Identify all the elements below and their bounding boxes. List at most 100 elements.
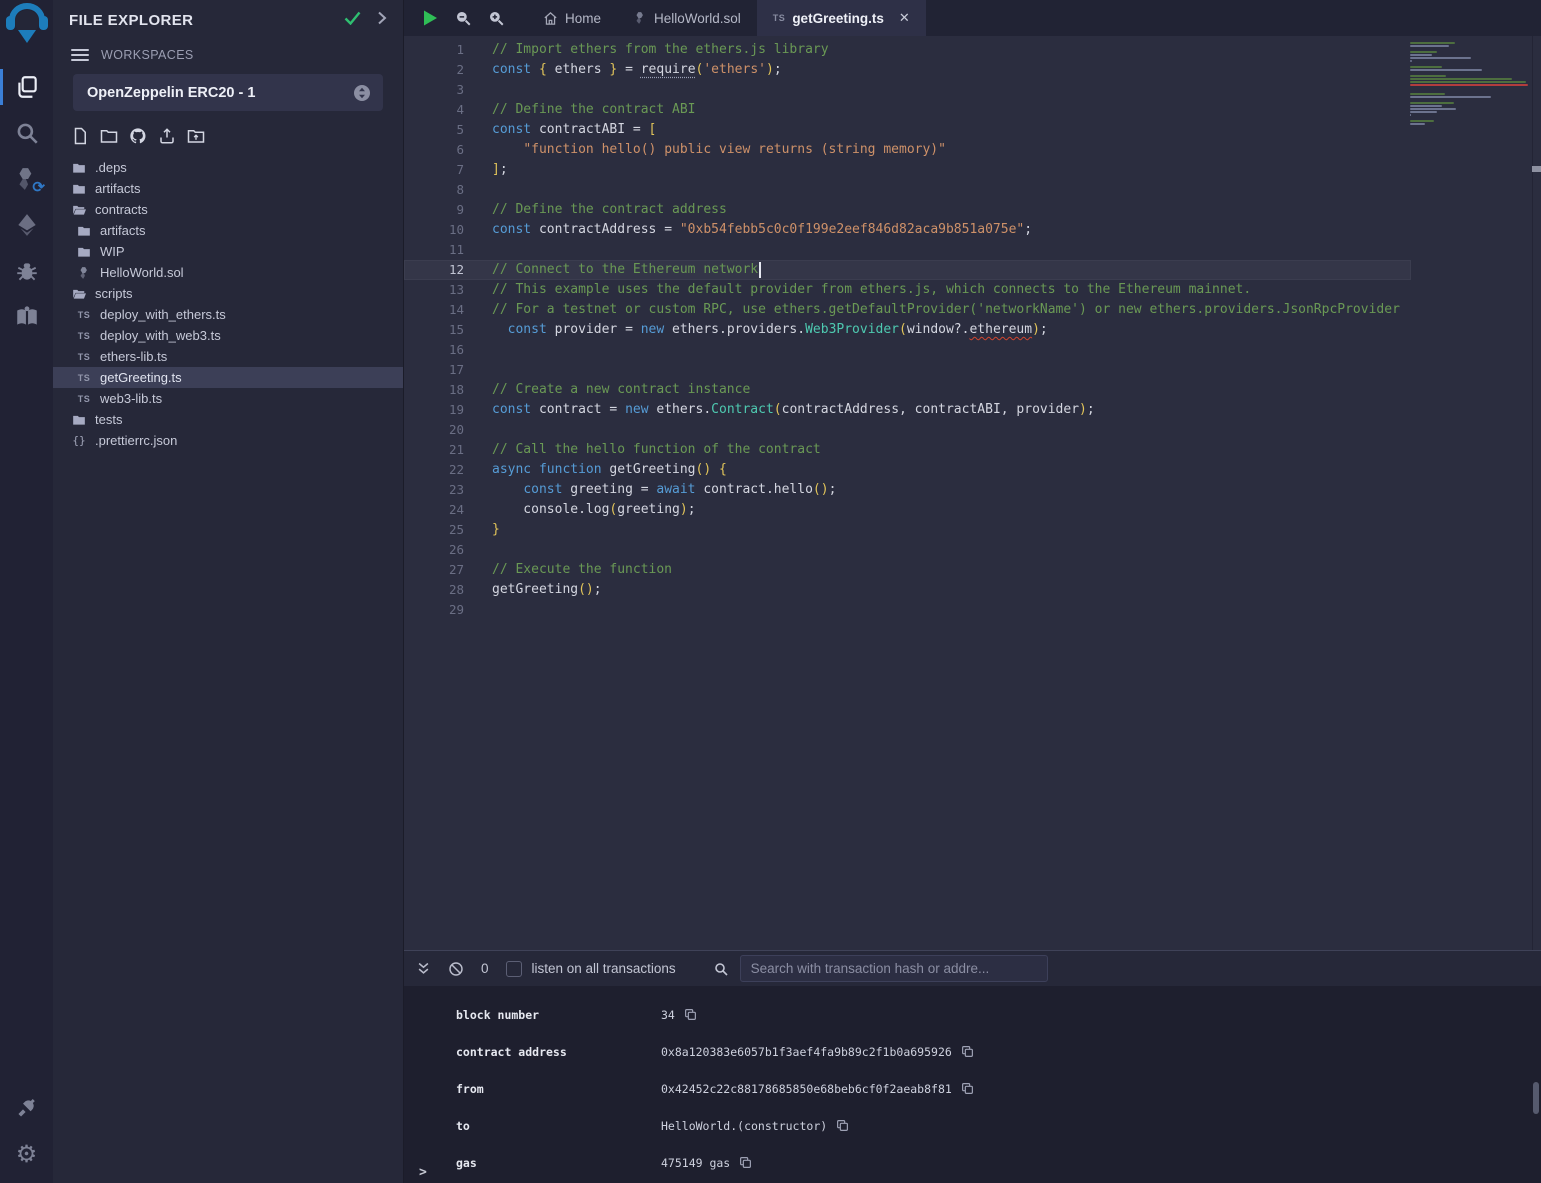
tab-HelloWorld.sol[interactable]: HelloWorld.sol — [617, 0, 757, 36]
file-explorer-icon[interactable] — [0, 64, 53, 110]
minimap-line — [1410, 102, 1454, 104]
code-line-24[interactable]: 24 console.log(greeting); — [404, 500, 1411, 520]
tree-item-HelloWorld.sol[interactable]: HelloWorld.sol — [53, 262, 403, 283]
transaction-detail-row: toHelloWorld.(constructor) — [404, 1107, 1541, 1144]
code-editor[interactable]: 1// Import ethers from the ethers.js lib… — [404, 36, 1541, 950]
copy-icon[interactable] — [739, 1156, 752, 1169]
scrollbar-thumb[interactable] — [1532, 166, 1541, 172]
new-file-icon[interactable] — [71, 127, 89, 145]
deploy-run-icon[interactable] — [0, 202, 53, 248]
check-icon[interactable] — [344, 11, 361, 30]
code-line-20[interactable]: 20 — [404, 420, 1411, 440]
workspaces-menu-icon[interactable] — [71, 49, 89, 61]
code-line-15[interactable]: 15 const provider = new ethers.providers… — [404, 320, 1411, 340]
tree-item-deploy_with_ethers.ts[interactable]: TSdeploy_with_ethers.ts — [53, 304, 403, 325]
transaction-detail-row: from0x42452c22c88178685850e68beb6cf0f2ae… — [404, 1070, 1541, 1107]
code-line-26[interactable]: 26 — [404, 540, 1411, 560]
tree-item-.prettierrc.json[interactable]: {}.prettierrc.json — [53, 430, 403, 451]
tree-item-ethers-lib.ts[interactable]: TSethers-lib.ts — [53, 346, 403, 367]
code-line-21[interactable]: 21// Call the hello function of the cont… — [404, 440, 1411, 460]
code-line-8[interactable]: 8 — [404, 180, 1411, 200]
tab-Home[interactable]: Home — [527, 0, 617, 36]
tree-item-WIP[interactable]: WIP — [53, 241, 403, 262]
code-line-16[interactable]: 16 — [404, 340, 1411, 360]
code-line-29[interactable]: 29 — [404, 600, 1411, 620]
copy-icon[interactable] — [961, 1045, 974, 1058]
tree-item-getGreeting.ts[interactable]: TSgetGreeting.ts — [53, 367, 403, 388]
chevron-right-icon[interactable] — [377, 11, 387, 30]
tree-item-web3-lib.ts[interactable]: TSweb3-lib.ts — [53, 388, 403, 409]
terminal-prompt[interactable]: > — [419, 1165, 427, 1180]
tab-label: Home — [565, 11, 601, 26]
code-line-13[interactable]: 13// This example uses the default provi… — [404, 280, 1411, 300]
copy-icon[interactable] — [961, 1082, 974, 1095]
expand-terminal-icon[interactable] — [416, 961, 431, 976]
minimap-line — [1410, 42, 1455, 44]
code-line-28[interactable]: 28getGreeting(); — [404, 580, 1411, 600]
plugin-manager-icon[interactable] — [0, 1085, 53, 1131]
tree-item-.deps[interactable]: .deps — [53, 157, 403, 178]
upload-file-icon[interactable] — [158, 127, 176, 145]
ts-icon: TS — [773, 13, 786, 23]
line-number: 14 — [404, 300, 464, 320]
upload-folder-icon[interactable] — [187, 127, 205, 145]
close-icon[interactable]: ✕ — [899, 10, 910, 26]
code-line-11[interactable]: 11 — [404, 240, 1411, 260]
minimap-line — [1410, 60, 1412, 62]
tree-item-artifacts[interactable]: artifacts — [53, 220, 403, 241]
line-number: 2 — [404, 60, 464, 80]
zoom-out-icon[interactable] — [454, 9, 472, 27]
transaction-search-input[interactable] — [740, 955, 1048, 982]
code-line-19[interactable]: 19const contract = new ethers.Contract(c… — [404, 400, 1411, 420]
code-line-9[interactable]: 9// Define the contract address — [404, 200, 1411, 220]
debugger-icon[interactable] — [0, 248, 53, 294]
line-number: 10 — [404, 220, 464, 240]
file-tree: .depsartifactscontractsartifactsWIPHello… — [53, 153, 403, 451]
search-icon[interactable] — [0, 110, 53, 156]
solidity-compiler-icon[interactable]: ⟳ — [0, 156, 53, 202]
code-line-18[interactable]: 18// Create a new contract instance — [404, 380, 1411, 400]
code-line-12[interactable]: 12// Connect to the Ethereum network — [404, 260, 1411, 280]
tree-item-contracts[interactable]: contracts — [53, 199, 403, 220]
code-line-1[interactable]: 1// Import ethers from the ethers.js lib… — [404, 40, 1411, 60]
clear-console-icon[interactable] — [448, 961, 464, 977]
new-folder-icon[interactable] — [100, 127, 118, 145]
listen-transactions-checkbox[interactable] — [506, 961, 522, 977]
code-line-25[interactable]: 25} — [404, 520, 1411, 540]
tree-item-scripts[interactable]: scripts — [53, 283, 403, 304]
zoom-in-icon[interactable] — [487, 9, 505, 27]
copy-icon[interactable] — [684, 1008, 697, 1021]
panel-title: FILE EXPLORER — [69, 12, 344, 29]
run-script-icon[interactable] — [421, 9, 439, 27]
code-line-4[interactable]: 4// Define the contract ABI — [404, 100, 1411, 120]
workspace-select[interactable]: OpenZeppelin ERC20 - 1 — [73, 74, 383, 111]
minimap-line — [1410, 54, 1432, 56]
code-line-3[interactable]: 3 — [404, 80, 1411, 100]
code-line-6[interactable]: 6 "function hello() public view returns … — [404, 140, 1411, 160]
minimap[interactable] — [1410, 42, 1530, 129]
code-line-5[interactable]: 5const contractABI = [ — [404, 120, 1411, 140]
code-line-14[interactable]: 14// For a testnet or custom RPC, use et… — [404, 300, 1411, 320]
copy-icon[interactable] — [836, 1119, 849, 1132]
terminal-panel: 0 listen on all transactions block numbe… — [404, 950, 1541, 1183]
line-number: 12 — [404, 260, 464, 280]
remix-logo[interactable] — [5, 3, 49, 50]
line-number: 13 — [404, 280, 464, 300]
code-line-22[interactable]: 22async function getGreeting() { — [404, 460, 1411, 480]
terminal-scrollbar-thumb[interactable] — [1533, 1082, 1539, 1114]
code-line-27[interactable]: 27// Execute the function — [404, 560, 1411, 580]
overview-ruler[interactable] — [1532, 36, 1541, 950]
code-line-2[interactable]: 2const { ethers } = require('ethers'); — [404, 60, 1411, 80]
tree-item-deploy_with_web3.ts[interactable]: TSdeploy_with_web3.ts — [53, 325, 403, 346]
code-line-23[interactable]: 23 const greeting = await contract.hello… — [404, 480, 1411, 500]
tree-item-tests[interactable]: tests — [53, 409, 403, 430]
tab-getGreeting.ts[interactable]: TSgetGreeting.ts✕ — [757, 0, 926, 36]
learneth-book-icon[interactable] — [0, 294, 53, 340]
settings-gear-icon[interactable]: ⚙ — [0, 1131, 53, 1177]
github-icon[interactable] — [129, 127, 147, 145]
code-line-7[interactable]: 7]; — [404, 160, 1411, 180]
minimap-line — [1410, 84, 1528, 86]
code-line-10[interactable]: 10const contractAddress = "0xb54febb5c0c… — [404, 220, 1411, 240]
tree-item-artifacts[interactable]: artifacts — [53, 178, 403, 199]
code-line-17[interactable]: 17 — [404, 360, 1411, 380]
